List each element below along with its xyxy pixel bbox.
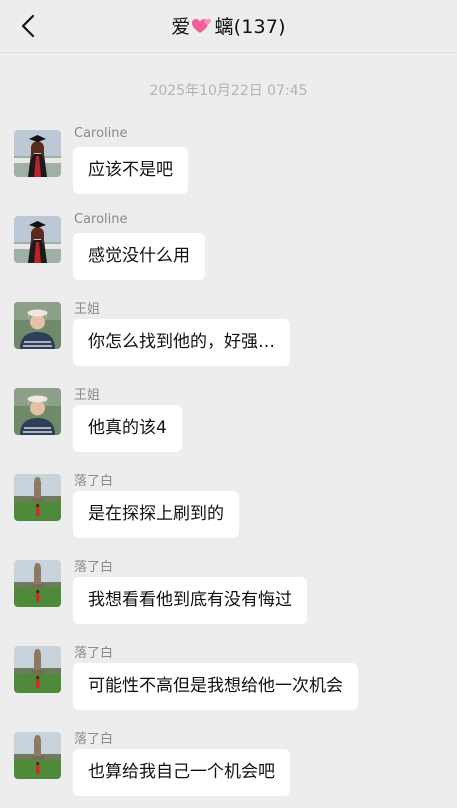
sender-name: 落了白 bbox=[74, 646, 114, 661]
message-bubble[interactable]: 是在探探上刷到的 bbox=[73, 491, 239, 538]
message-bubble[interactable]: 可能性不高但是我想给他一次机会 bbox=[73, 663, 358, 710]
chat-header: 爱 螭(137) bbox=[0, 0, 457, 53]
graduate-avatar-image bbox=[14, 216, 61, 263]
chat-title: 爱 螭(137) bbox=[0, 12, 457, 39]
woman-portrait-avatar-image bbox=[14, 388, 61, 435]
message-bubble[interactable]: 应该不是吧 bbox=[73, 147, 188, 194]
message-bubble[interactable]: 我想看看他到底有没有悔过 bbox=[73, 577, 307, 624]
two-hearts-emoji-icon bbox=[192, 18, 212, 33]
woman-portrait-avatar-image bbox=[14, 302, 61, 349]
sender-name: 落了白 bbox=[74, 560, 114, 575]
avatar[interactable] bbox=[14, 474, 61, 521]
message-bubble[interactable]: 也算给我自己一个机会吧 bbox=[73, 749, 290, 796]
avatar[interactable] bbox=[14, 130, 61, 177]
message-item: Caroline 感觉没什么用 bbox=[14, 212, 444, 292]
message-bubble[interactable]: 他真的该4 bbox=[73, 405, 182, 452]
message-item: Caroline 应该不是吧 bbox=[14, 126, 444, 206]
statue-landscape-avatar-image bbox=[14, 732, 61, 779]
message-timestamp: 2025年10月22日 07:45 bbox=[149, 83, 308, 99]
sender-name: Caroline bbox=[74, 212, 128, 227]
message-item: 落了白 是在探探上刷到的 bbox=[14, 474, 444, 550]
chat-title-left: 爱 bbox=[171, 16, 191, 38]
statue-landscape-avatar-image bbox=[14, 474, 61, 521]
avatar[interactable] bbox=[14, 302, 61, 349]
avatar[interactable] bbox=[14, 216, 61, 263]
sender-name: Caroline bbox=[74, 126, 128, 141]
message-item: 王姐 你怎么找到他的，好强… bbox=[14, 302, 444, 378]
sender-name: 王姐 bbox=[74, 302, 101, 317]
sender-name: 落了白 bbox=[74, 732, 114, 747]
avatar[interactable] bbox=[14, 388, 61, 435]
avatar[interactable] bbox=[14, 732, 61, 779]
chat-title-right: 螭(137) bbox=[214, 16, 286, 38]
sender-name: 落了白 bbox=[74, 474, 114, 489]
graduate-avatar-image bbox=[14, 130, 61, 177]
message-item: 落了白 也算给我自己一个机会吧 bbox=[14, 732, 444, 808]
avatar[interactable] bbox=[14, 646, 61, 693]
message-bubble[interactable]: 感觉没什么用 bbox=[73, 233, 205, 280]
message-item: 王姐 他真的该4 bbox=[14, 388, 444, 464]
avatar[interactable] bbox=[14, 560, 61, 607]
message-item: 落了白 我想看看他到底有没有悔过 bbox=[14, 560, 444, 636]
sender-name: 王姐 bbox=[74, 388, 101, 403]
message-bubble[interactable]: 你怎么找到他的，好强… bbox=[73, 319, 290, 366]
message-item: 落了白 可能性不高但是我想给他一次机会 bbox=[14, 646, 444, 722]
statue-landscape-avatar-image bbox=[14, 560, 61, 607]
statue-landscape-avatar-image bbox=[14, 646, 61, 693]
